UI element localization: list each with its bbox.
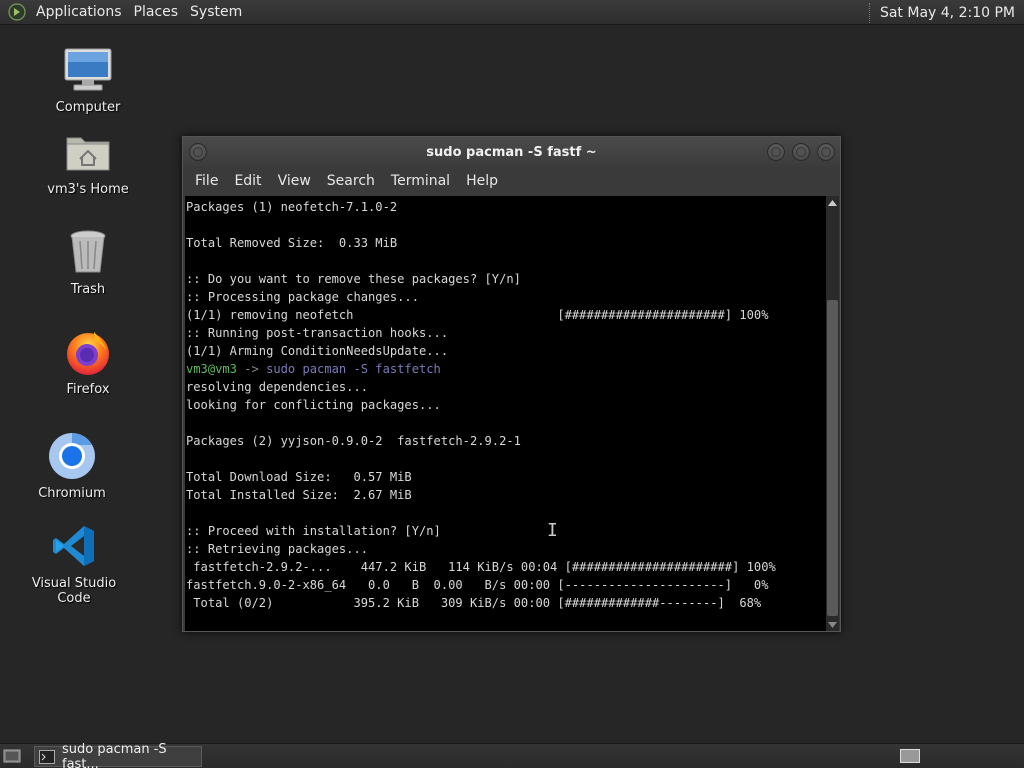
desktop-icon-label: Chromium [38, 486, 106, 501]
desktop-icon-trash[interactable]: Trash [28, 226, 148, 297]
text-cursor-icon: I [547, 520, 558, 541]
desktop-icon-label: Trash [70, 282, 106, 297]
main-menu-logo-icon[interactable] [8, 3, 26, 21]
prompt-arrow: -> [236, 362, 267, 376]
vscode-icon [48, 520, 100, 572]
taskbar-terminal-button[interactable]: sudo pacman -S fast... [34, 742, 202, 768]
desktop-icon-label: vm3's Home [47, 182, 129, 197]
menu-edit[interactable]: Edit [226, 173, 269, 189]
terminal-line: (1/1) removing neofetch [###############… [186, 308, 769, 322]
terminal-scrollbar[interactable] [826, 196, 839, 631]
terminal-line: :: Do you want to remove these packages?… [186, 272, 521, 286]
bottom-panel: sudo pacman -S fast... [0, 742, 1024, 768]
desktop-icon-firefox[interactable]: Firefox [28, 326, 148, 397]
window-menu-button[interactable] [189, 143, 207, 161]
taskbar-task-label: sudo pacman -S fast... [62, 741, 167, 768]
scroll-up-arrow-icon[interactable] [826, 196, 839, 209]
terminal-line: :: Processing package changes... [186, 290, 419, 304]
desktop-icon-chromium[interactable]: Chromium [12, 430, 132, 501]
firefox-icon [62, 326, 114, 378]
chromium-icon [46, 430, 98, 482]
terminal-line: Total Installed Size: 2.67 MiB [186, 488, 412, 502]
desktop-icon-label: Visual Studio Code [31, 576, 117, 606]
desktop-icon-computer[interactable]: Computer [28, 44, 148, 115]
home-folder-icon [62, 126, 114, 178]
menu-file[interactable]: File [187, 173, 226, 189]
terminal-line: Total Removed Size: 0.33 MiB [186, 236, 398, 250]
terminal-line: Packages (2) yyjson-0.9.0-2 fastfetch-2.… [186, 434, 521, 448]
desktop-icon-home[interactable]: vm3's Home [28, 126, 148, 197]
menu-help[interactable]: Help [458, 173, 506, 189]
prompt-command: sudo pacman -S fastfetch [266, 362, 441, 376]
terminal-line: (1/1) Arming ConditionNeedsUpdate... [186, 344, 449, 358]
terminal-menubar: File Edit View Search Terminal Help [183, 167, 840, 195]
terminal-line: fastfetch-2.9.2-... 447.2 KiB 114 KiB/s … [186, 560, 776, 574]
terminal-line: :: Running post-transaction hooks... [186, 326, 449, 340]
terminal-line: Total (0/2) 395.2 KiB 309 KiB/s 00:00 [#… [186, 596, 762, 610]
maximize-button[interactable] [792, 143, 810, 161]
desktop-icon-vscode[interactable]: Visual Studio Code [14, 520, 134, 606]
terminal-line: Total Download Size: 0.57 MiB [186, 470, 412, 484]
top-panel: Applications Places System Sat May 4, 2:… [0, 0, 1024, 25]
clock[interactable]: Sat May 4, 2:10 PM [880, 5, 1024, 21]
menu-terminal[interactable]: Terminal [383, 173, 458, 189]
terminal-line: looking for conflicting packages... [186, 398, 441, 412]
terminal-prompt-line: vm3@vm3 -> sudo pacman -S fastfetch [186, 360, 827, 378]
places-menu[interactable]: Places [128, 4, 185, 20]
close-button[interactable] [817, 143, 835, 161]
menu-view[interactable]: View [270, 173, 319, 189]
workspace-switcher[interactable] [900, 749, 920, 763]
terminal-icon [39, 749, 55, 764]
window-titlebar[interactable]: sudo pacman -S fastf ~ [183, 137, 840, 167]
scroll-down-arrow-icon[interactable] [826, 618, 839, 631]
show-desktop-icon[interactable] [3, 748, 21, 764]
terminal-line: Packages (1) neofetch-7.1.0-2 [186, 200, 398, 214]
system-menu[interactable]: System [184, 4, 248, 20]
menu-search[interactable]: Search [319, 173, 383, 189]
prompt-user: vm3@vm3 [186, 362, 237, 376]
scrollbar-thumb[interactable] [827, 300, 838, 616]
window-title: sudo pacman -S fastf ~ [426, 144, 597, 160]
terminal-window[interactable]: sudo pacman -S fastf ~ File Edit View Se… [182, 136, 841, 632]
computer-icon [62, 44, 114, 96]
terminal-line: fastfetch.9.0-2-x86_64 0.0 B 0.00 B/s 00… [186, 578, 769, 592]
trash-icon [62, 226, 114, 278]
desktop-icon-label: Firefox [66, 382, 110, 397]
panel-separator [868, 2, 872, 23]
terminal-line: resolving dependencies... [186, 380, 369, 394]
desktop-icon-label: Computer [55, 100, 121, 115]
minimize-button[interactable] [767, 143, 785, 161]
terminal-line: :: Retrieving packages... [186, 542, 369, 556]
applications-menu[interactable]: Applications [30, 4, 128, 20]
terminal-line: :: Proceed with installation? [Y/n] [186, 524, 441, 538]
terminal-output[interactable]: Packages (1) neofetch-7.1.0-2 Total Remov… [185, 196, 827, 631]
